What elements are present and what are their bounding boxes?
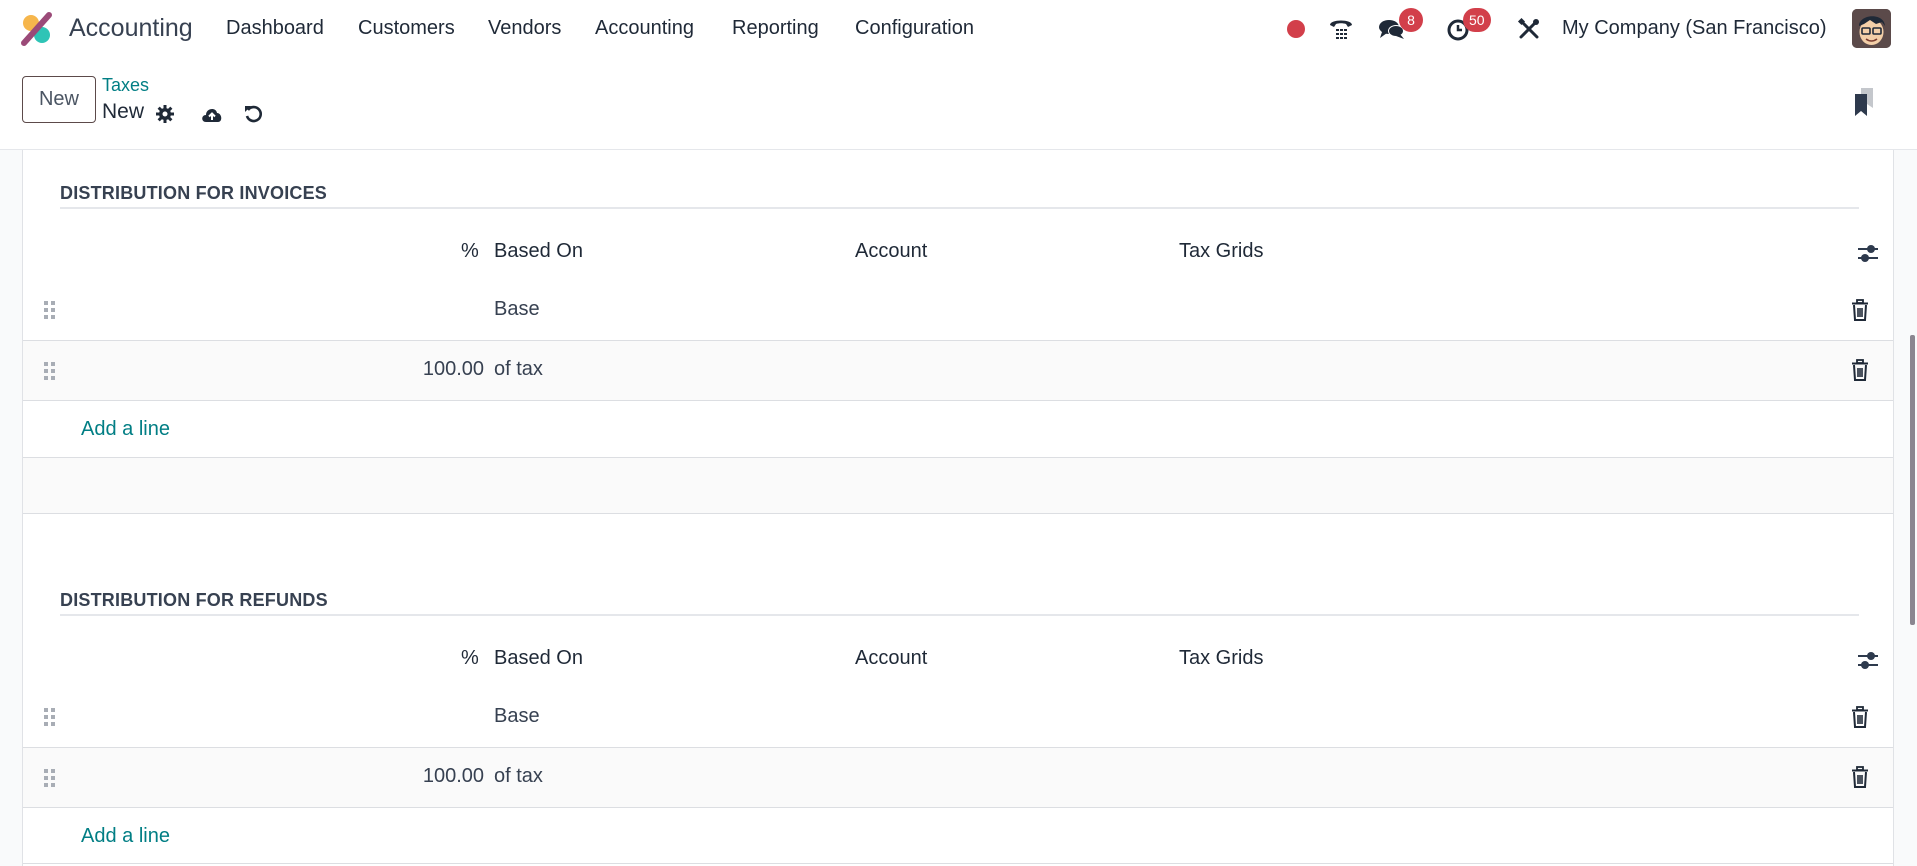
control-panel: New Taxes New [0,58,1917,150]
record-actions-button[interactable] [152,101,178,127]
activities-badge: 50 [1463,8,1491,32]
app-name[interactable]: Accounting [69,14,193,43]
top-navbar: Accounting Dashboard Customers Vendors A… [0,0,1917,58]
trash-icon [1852,706,1868,728]
column-settings-icon[interactable] [1855,242,1881,264]
scrollbar-thumb[interactable] [1910,335,1915,625]
table-row[interactable]: Base [23,280,1893,341]
menu-vendors[interactable]: Vendors [488,17,561,40]
drag-handle-icon[interactable] [43,361,57,381]
trash-icon [1852,359,1868,381]
percent-cell[interactable]: 100.00 [423,765,484,788]
column-header-based-on[interactable]: Based On [494,647,583,670]
recording-dot-icon [1287,20,1305,38]
new-record-button[interactable]: New [22,76,96,123]
delete-row-button[interactable] [1849,358,1871,382]
column-settings-icon[interactable] [1855,649,1881,671]
menu-reporting[interactable]: Reporting [732,17,819,40]
add-line-link[interactable]: Add a line [81,825,170,848]
add-line-link[interactable]: Add a line [81,418,170,441]
form-sheet: DISTRIBUTION FOR INVOICES % Based On Acc… [22,150,1894,866]
cloud-upload-icon [202,109,222,122]
menu-accounting[interactable]: Accounting [595,17,694,40]
empty-row [23,458,1893,514]
menu-configuration[interactable]: Configuration [855,17,974,40]
app-logo-icon[interactable] [20,12,54,46]
column-header-percent[interactable]: % [461,647,479,670]
column-header-based-on[interactable]: Based On [494,240,583,263]
delete-row-button[interactable] [1849,298,1871,322]
recording-status-button[interactable] [1286,12,1306,46]
debug-tools-button[interactable] [1516,12,1542,46]
based-on-cell[interactable]: Base [494,705,540,728]
add-line-row: Add a line [23,401,1893,458]
phone-button[interactable] [1327,12,1355,46]
column-header-tax-grids[interactable]: Tax Grids [1179,647,1263,670]
avatar-icon [1852,9,1891,48]
table-row[interactable]: 100.00 of tax [23,341,1893,401]
based-on-cell[interactable]: of tax [494,765,543,788]
gear-icon [156,105,174,123]
drag-handle-icon[interactable] [43,768,57,788]
user-avatar[interactable] [1852,9,1891,48]
menu-dashboard[interactable]: Dashboard [226,17,324,40]
add-line-row: Add a line [23,808,1893,864]
column-header-tax-grids[interactable]: Tax Grids [1179,240,1263,263]
discard-button[interactable] [240,101,266,127]
trash-icon [1852,299,1868,321]
trash-icon [1852,766,1868,788]
menu-customers[interactable]: Customers [358,17,455,40]
drag-handle-icon[interactable] [43,300,57,320]
phone-icon [1330,20,1352,39]
tools-icon [1517,17,1539,39]
percent-cell[interactable]: 100.00 [423,358,484,381]
section-title-refunds: DISTRIBUTION FOR REFUNDS [60,590,328,610]
breadcrumb-taxes-link[interactable]: Taxes [102,75,149,96]
bookmark-icon[interactable] [1851,86,1879,118]
drag-handle-icon[interactable] [43,707,57,727]
company-switcher[interactable]: My Company (San Francisco) [1562,17,1827,40]
column-header-account[interactable]: Account [855,647,927,670]
section-divider [60,614,1859,616]
table-row[interactable]: 100.00 of tax [23,748,1893,808]
messages-badge: 8 [1399,8,1423,32]
based-on-cell[interactable]: Base [494,298,540,321]
delete-row-button[interactable] [1849,705,1871,729]
undo-icon [245,105,262,123]
save-button[interactable] [199,101,225,127]
delete-row-button[interactable] [1849,765,1871,789]
section-divider [60,207,1859,209]
column-header-account[interactable]: Account [855,240,927,263]
section-title-invoices: DISTRIBUTION FOR INVOICES [60,183,328,203]
based-on-cell[interactable]: of tax [494,358,543,381]
table-row[interactable]: Base [23,687,1893,748]
breadcrumb-current: New [102,100,145,123]
column-header-percent[interactable]: % [461,240,479,263]
